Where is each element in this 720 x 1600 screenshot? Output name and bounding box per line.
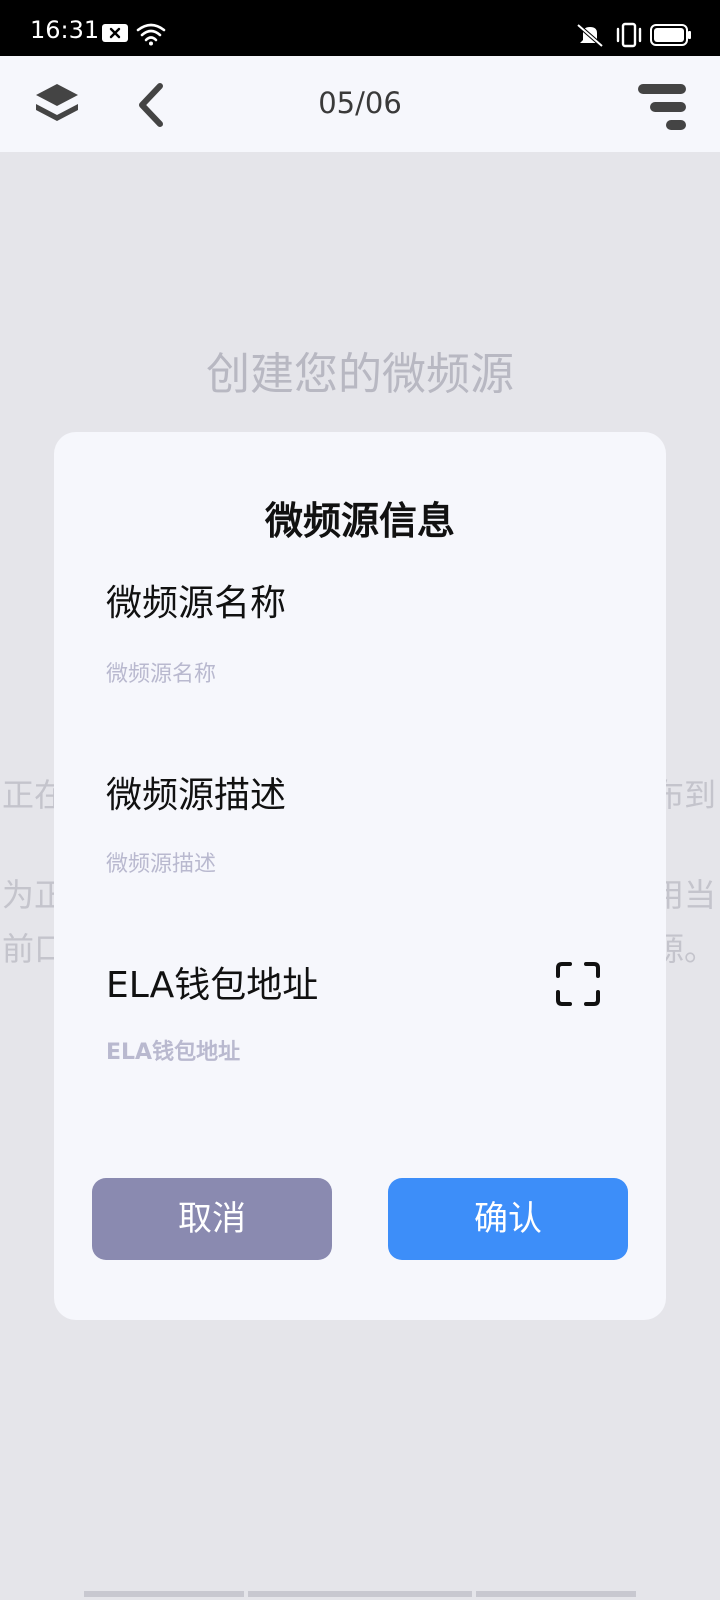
vibrate-icon <box>616 22 642 48</box>
menu-icon[interactable] <box>636 80 690 134</box>
name-label: 微频源名称 <box>106 583 287 624</box>
bottom-indicator <box>84 1591 244 1597</box>
battery-icon <box>650 24 691 46</box>
wallet-address-label: ELA钱包地址 <box>106 965 319 1006</box>
background-title: 创建您的微频源 <box>206 349 514 400</box>
description-label: 微频源描述 <box>106 775 287 816</box>
cancel-button[interactable]: 取消 <box>92 1178 332 1260</box>
top-nav: 05/06 <box>0 56 720 152</box>
back-icon[interactable] <box>132 80 172 130</box>
mute-icon <box>576 23 604 48</box>
name-input[interactable] <box>106 654 606 694</box>
confirm-button[interactable]: 确认 <box>388 1178 628 1260</box>
bottom-indicator <box>476 1591 636 1597</box>
bottom-indicator <box>248 1591 472 1597</box>
status-time: 16:31 <box>30 16 100 44</box>
wifi-icon <box>136 23 166 46</box>
notification-x-icon <box>102 24 128 42</box>
description-input[interactable] <box>106 844 606 884</box>
wallet-address-input[interactable] <box>106 1032 606 1072</box>
layers-icon[interactable] <box>32 80 82 130</box>
page-indicator: 05/06 <box>318 86 402 120</box>
info-dialog: 微频源信息 微频源名称 微频源描述 ELA钱包地址 取消 确认 <box>54 432 666 1320</box>
scan-icon[interactable] <box>554 960 602 1008</box>
status-bar: 16:31 <box>0 0 720 56</box>
dialog-title: 微频源信息 <box>264 499 455 543</box>
